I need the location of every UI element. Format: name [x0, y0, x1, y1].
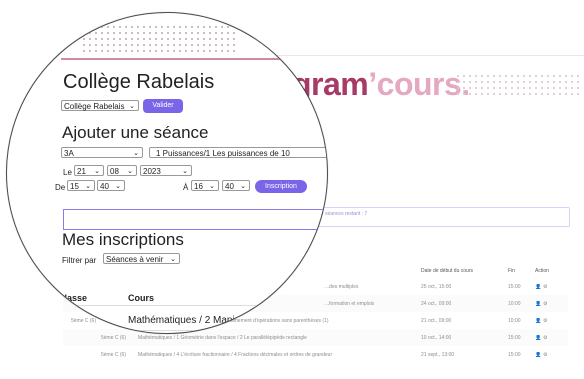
filter-select-value: Séances à venir [106, 255, 164, 264]
to-label: À [183, 183, 189, 192]
header-divider [61, 58, 321, 60]
zoom-row-course: Mathématiques / 2 Manipulation [128, 315, 270, 326]
table-row: 5ème C (6) Mathématiques / 4 L'écriture … [63, 346, 568, 363]
year-value: 2023 [143, 167, 161, 176]
chevron-down-icon: ⌄ [240, 183, 246, 190]
school-select-value: Collège Rabelais [64, 102, 125, 111]
col-start: Date de début du cours [421, 268, 473, 274]
row-class: 5ème C (6) [101, 335, 127, 341]
col-action: Action [535, 268, 549, 274]
registrations-title: Mes inscriptions [62, 230, 184, 249]
user-icon[interactable]: 👤 [535, 335, 541, 341]
row-class: 5ème C (6) [101, 352, 127, 358]
row-end: 15:00 [508, 352, 521, 358]
decorative-dots [455, 73, 580, 99]
gear-icon[interactable]: ⚙ [543, 352, 547, 358]
row-start: 25 oct., 15:00 [421, 284, 452, 290]
chevron-down-icon: ⌄ [209, 183, 215, 190]
decorative-dots [81, 24, 236, 54]
year-select[interactable]: 2023 ⌄ [140, 165, 192, 176]
from-min-select[interactable]: 40 ⌄ [97, 180, 125, 191]
chevron-down-icon: ⌄ [127, 168, 133, 175]
lesson-select[interactable]: 1 Puissances/1 Les puissances de 10 [149, 147, 327, 158]
school-select[interactable]: Collège Rabelais ⌄ [61, 100, 139, 111]
inscription-button[interactable]: Inscription [255, 180, 307, 193]
user-icon[interactable]: 👤 [535, 284, 541, 290]
row-course: ...des multiples [325, 284, 359, 290]
filter-select[interactable]: Séances à venir ⌄ [103, 253, 180, 264]
row-course: Mathématiques / 4 L'écriture fractionnai… [138, 352, 333, 358]
col-end: Fin [508, 268, 515, 274]
row-end: 10:00 [508, 301, 521, 307]
class-select[interactable]: 3A ⌄ [61, 147, 143, 158]
gear-icon[interactable]: ⚙ [543, 301, 547, 307]
chevron-down-icon: ⌄ [115, 183, 121, 190]
col-class: Classe [58, 293, 88, 303]
validate-button[interactable]: Valider [143, 99, 183, 113]
user-icon[interactable]: 👤 [535, 318, 541, 324]
to-min-value: 40 [225, 182, 234, 191]
from-hour-select[interactable]: 15 ⌄ [67, 180, 95, 191]
month-select[interactable]: 08 ⌄ [107, 165, 137, 176]
user-icon[interactable]: 👤 [535, 301, 541, 307]
month-value: 08 [110, 167, 119, 176]
row-start: 10 oct., 14:00 [421, 335, 452, 341]
filter-label: Filtrer par [62, 256, 97, 265]
lesson-select-value: 1 Puissances/1 Les puissances de 10 [156, 149, 290, 158]
chevron-down-icon: ⌄ [94, 168, 100, 175]
gear-icon[interactable]: ⚙ [543, 284, 547, 290]
magnified-content: Collège Rabelais Collège Rabelais ⌄ Vali… [7, 13, 327, 333]
chevron-down-icon: ⌄ [133, 150, 139, 157]
row-course: Mathématiques / 1 Géométrie dans l'espac… [138, 335, 307, 341]
from-hour-value: 15 [70, 182, 79, 191]
chevron-down-icon: ⌄ [182, 168, 188, 175]
gear-icon[interactable]: ⚙ [543, 335, 547, 341]
chevron-down-icon: ⌄ [129, 103, 135, 110]
from-label: De [55, 183, 66, 192]
gear-icon[interactable]: ⚙ [543, 318, 547, 324]
remaining-sessions-box [63, 209, 327, 230]
to-min-select[interactable]: 40 ⌄ [222, 180, 250, 191]
row-end: 10:00 [508, 318, 521, 324]
table-header-divider [61, 305, 327, 306]
class-select-value: 3A [64, 149, 74, 158]
chevron-down-icon: ⌄ [170, 256, 176, 263]
row-end: 15:00 [508, 284, 521, 290]
school-title: Collège Rabelais [63, 71, 215, 93]
chevron-down-icon: ⌄ [85, 183, 91, 190]
day-value: 21 [77, 167, 86, 176]
user-icon[interactable]: 👤 [535, 352, 541, 358]
to-hour-select[interactable]: 16 ⌄ [191, 180, 219, 191]
add-session-title: Ajouter une séance [62, 123, 209, 142]
row-start: 21 oct., 09:00 [421, 318, 452, 324]
day-select[interactable]: 21 ⌄ [74, 165, 104, 176]
from-min-value: 40 [100, 182, 109, 191]
row-divider [61, 330, 327, 331]
date-label: Le [63, 168, 72, 177]
col-course: Cours [128, 293, 155, 303]
row-end: 15:00 [508, 335, 521, 341]
magnifier-lens: Collège Rabelais Collège Rabelais ⌄ Vali… [6, 12, 328, 334]
row-start: 24 oct., 09:00 [421, 301, 452, 307]
to-hour-value: 16 [194, 182, 203, 191]
row-start: 21 sept., 13:00 [421, 352, 455, 358]
row-course: ...formation et emplois [325, 301, 375, 307]
